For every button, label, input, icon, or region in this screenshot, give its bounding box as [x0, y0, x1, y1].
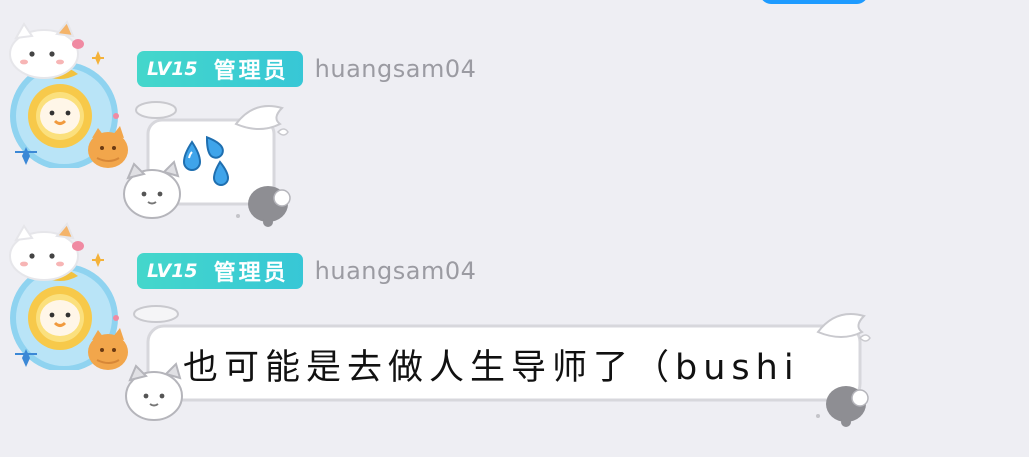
username[interactable]: huangsam04	[315, 55, 477, 83]
level-label: LV15	[147, 58, 198, 80]
avatar[interactable]	[2, 220, 132, 370]
username[interactable]: huangsam04	[315, 257, 477, 285]
sender-meta: LV15 管理员 huangsam04	[137, 51, 476, 87]
level-badge: LV15 管理员	[137, 253, 303, 289]
message-text[interactable]: 也可能是去做人生导师了（bushi	[183, 339, 800, 390]
sender-meta: LV15 管理员 huangsam04	[137, 253, 476, 289]
level-badge: LV15 管理员	[137, 51, 303, 87]
role-label: 管理员	[213, 261, 289, 286]
top-blue-button-edge[interactable]	[760, 0, 868, 4]
level-label: LV15	[147, 260, 198, 282]
sweat-drops-icon	[182, 135, 230, 186]
role-label: 管理员	[213, 59, 289, 84]
avatar[interactable]	[2, 18, 132, 168]
